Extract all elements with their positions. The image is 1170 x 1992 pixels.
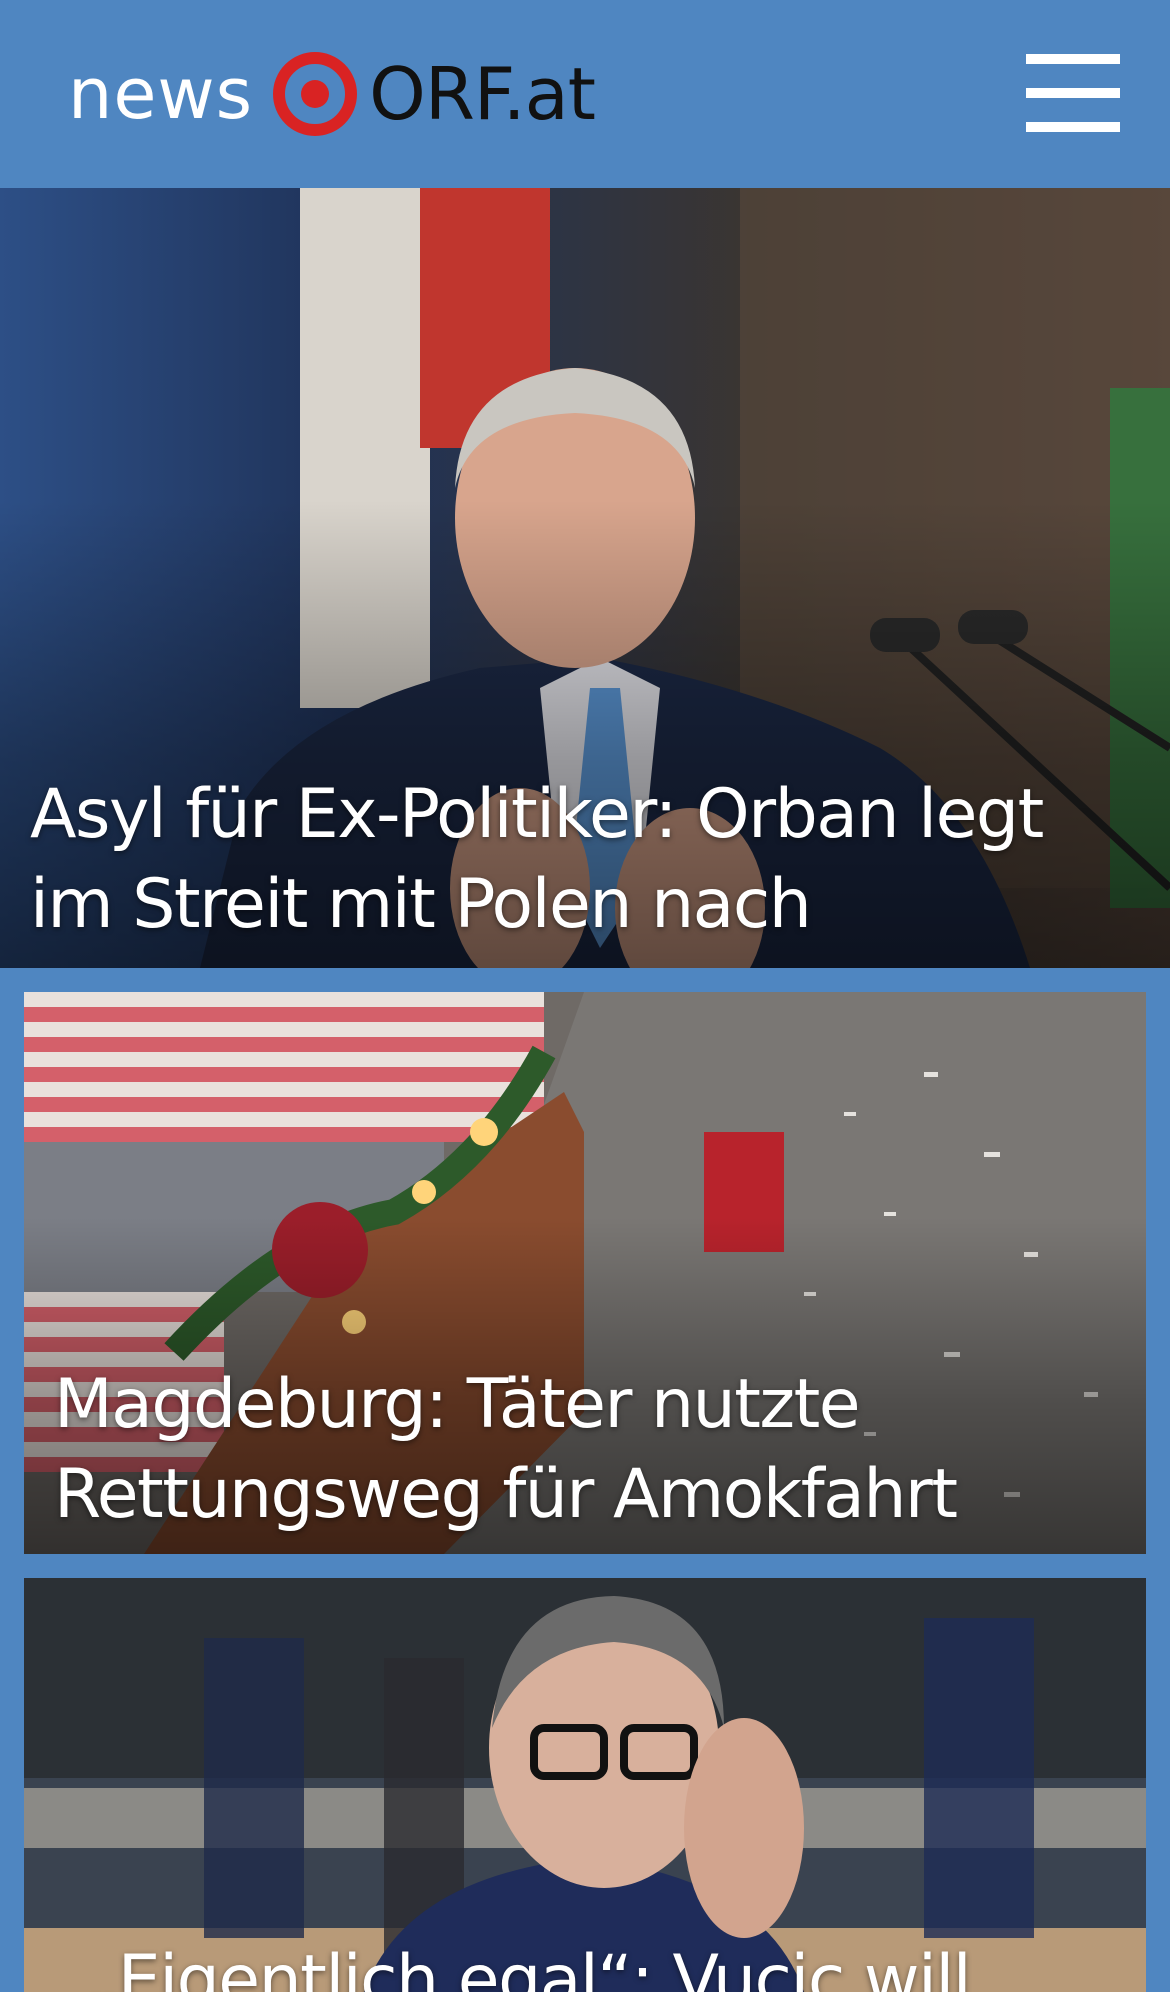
- article-card-vucic[interactable]: „Eigentlich egal“: Vucic will: [24, 1578, 1146, 1992]
- article-headline[interactable]: Asyl für Ex-Politiker: Orban legt im Str…: [30, 770, 1140, 950]
- hamburger-menu-icon[interactable]: [1022, 50, 1122, 136]
- top-bar: news ORF.at: [0, 0, 1170, 188]
- orf-ring-icon: [273, 52, 358, 136]
- logo-news-text: news: [68, 53, 254, 135]
- logo-orf-text: ORF.at: [369, 52, 596, 136]
- article-headline[interactable]: Magdeburg: Täter nutzte Rettungsweg für …: [54, 1360, 1114, 1540]
- article-card-orban[interactable]: Asyl für Ex-Politiker: Orban legt im Str…: [0, 188, 1170, 968]
- article-photo: [24, 1578, 1146, 1992]
- site-logo[interactable]: news ORF.at: [68, 44, 596, 144]
- article-card-magdeburg[interactable]: Magdeburg: Täter nutzte Rettungsweg für …: [24, 992, 1146, 1554]
- article-headline[interactable]: „Eigentlich egal“: Vucic will: [84, 1936, 1124, 1992]
